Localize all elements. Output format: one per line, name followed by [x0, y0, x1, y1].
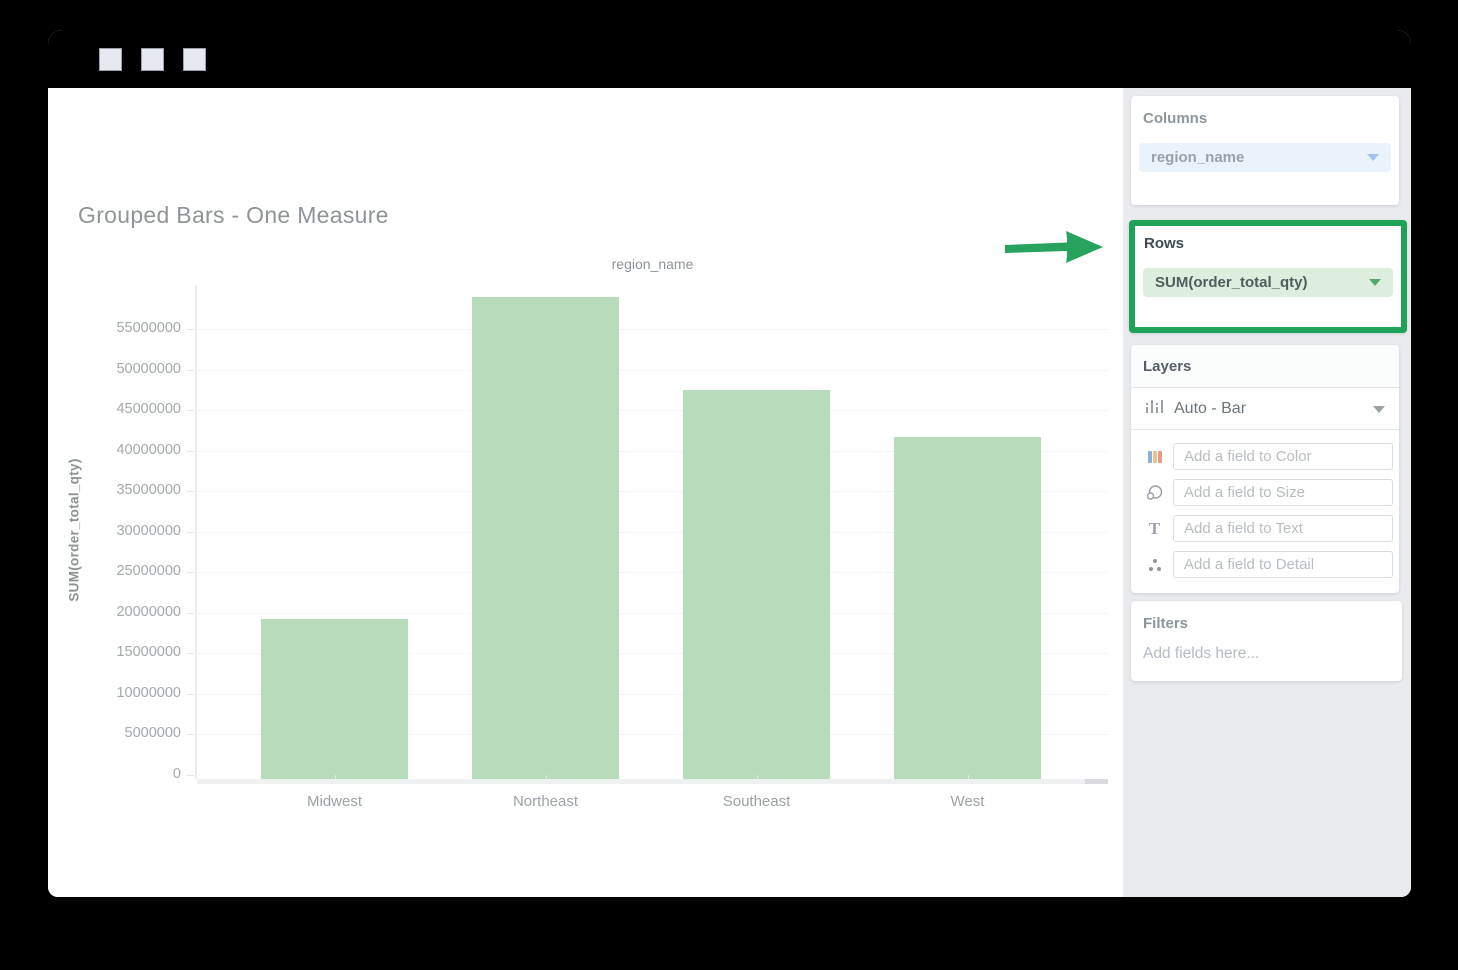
bar-west[interactable]	[894, 437, 1041, 779]
window-button-3[interactable]	[183, 48, 206, 71]
y-axis-tick-label: 0	[48, 766, 181, 782]
x-axis-tick	[335, 775, 336, 780]
window-titlebar	[48, 30, 1411, 88]
filters-header: Filters	[1131, 601, 1402, 632]
layer-field-row	[1131, 443, 1399, 470]
gridline	[197, 370, 1108, 371]
y-axis-tick	[187, 775, 194, 776]
y-axis-tick	[187, 694, 194, 695]
y-axis-tick	[187, 410, 194, 411]
shelf-sidebar: Columns region_name Rows SUM(order_total…	[1123, 88, 1411, 897]
y-axis-tick	[187, 734, 194, 735]
x-axis-tick	[968, 775, 969, 780]
detail-icon	[1145, 555, 1164, 574]
x-axis-label-northeast: Northeast	[513, 793, 578, 810]
y-axis-tick	[187, 491, 194, 492]
chart-canvas: Grouped Bars - One Measure region_name S…	[48, 88, 1123, 897]
gridline	[197, 329, 1108, 330]
columns-field-pill[interactable]: region_name	[1139, 143, 1391, 172]
window-button-1[interactable]	[99, 48, 122, 71]
text-icon: T	[1145, 519, 1164, 538]
layer-field-row	[1131, 551, 1399, 578]
y-axis-tick-label: 10000000	[48, 685, 181, 701]
layer-type-selector[interactable]: Auto - Bar	[1131, 388, 1399, 430]
chevron-down-icon	[1369, 279, 1381, 286]
x-axis-tick	[757, 775, 758, 780]
y-axis-tick	[187, 613, 194, 614]
bar-northeast[interactable]	[472, 297, 619, 779]
rows-field-pill[interactable]: SUM(order_total_qty)	[1143, 268, 1393, 297]
gridline	[197, 410, 1108, 411]
annotation-arrow-icon	[999, 228, 1105, 266]
size-icon	[1145, 483, 1164, 502]
add-a-field-to-color-input[interactable]	[1173, 443, 1393, 470]
x-axis-label-west: West	[951, 793, 985, 810]
y-axis-tick	[187, 532, 194, 533]
filters-drop-zone[interactable]: Add fields here...	[1143, 645, 1259, 663]
x-axis-label-midwest: Midwest	[307, 793, 362, 810]
y-axis-tick	[187, 572, 194, 573]
y-axis-tick-label: 25000000	[48, 563, 181, 579]
add-a-field-to-size-input[interactable]	[1173, 479, 1393, 506]
window-button-2[interactable]	[141, 48, 164, 71]
layers-header: Layers	[1131, 345, 1399, 388]
app-window: Grouped Bars - One Measure region_name S…	[48, 30, 1411, 897]
layer-field-row: T	[1131, 515, 1399, 542]
rows-header: Rows	[1135, 226, 1401, 252]
y-axis-tick	[187, 653, 194, 654]
x-axis-label-southeast: Southeast	[723, 793, 791, 810]
color-icon	[1145, 447, 1164, 466]
x-scrollbar-handle[interactable]	[1085, 779, 1108, 784]
y-axis-tick	[187, 370, 194, 371]
y-axis-tick-label: 45000000	[48, 401, 181, 417]
y-axis-tick-label: 5000000	[48, 725, 181, 741]
filters-panel: Filters Add fields here...	[1131, 601, 1402, 681]
add-a-field-to-text-input[interactable]	[1173, 515, 1393, 542]
y-axis-tick-label: 40000000	[48, 442, 181, 458]
add-a-field-to-detail-input[interactable]	[1173, 551, 1393, 578]
layer-field-row	[1131, 479, 1399, 506]
y-axis-tick-label: 30000000	[48, 523, 181, 539]
y-axis-tick-label: 55000000	[48, 320, 181, 336]
y-axis-tick-label: 15000000	[48, 644, 181, 660]
rows-shelf-highlight-box: Rows SUM(order_total_qty)	[1129, 220, 1407, 333]
chart-title: Grouped Bars - One Measure	[78, 202, 389, 229]
bar-midwest[interactable]	[261, 619, 408, 780]
y-axis-tick	[187, 451, 194, 452]
plot-area: SUM(order_total_qty) 0500000010000000150…	[197, 285, 1108, 779]
chevron-down-icon	[1367, 154, 1379, 161]
columns-header: Columns	[1131, 96, 1399, 127]
y-axis-tick-label: 20000000	[48, 604, 181, 620]
layers-panel: Layers Auto - Bar T	[1131, 345, 1399, 593]
mini-bar-chart-icon	[1145, 398, 1164, 419]
y-axis-tick	[187, 329, 194, 330]
columns-shelf: Columns region_name	[1131, 96, 1399, 205]
bar-southeast[interactable]	[683, 390, 830, 779]
x-axis-tick	[546, 775, 547, 780]
y-axis-tick-label: 35000000	[48, 482, 181, 498]
chevron-down-icon	[1373, 406, 1385, 413]
y-axis-tick-label: 50000000	[48, 361, 181, 377]
x-axis-group-header: region_name	[197, 256, 1108, 272]
